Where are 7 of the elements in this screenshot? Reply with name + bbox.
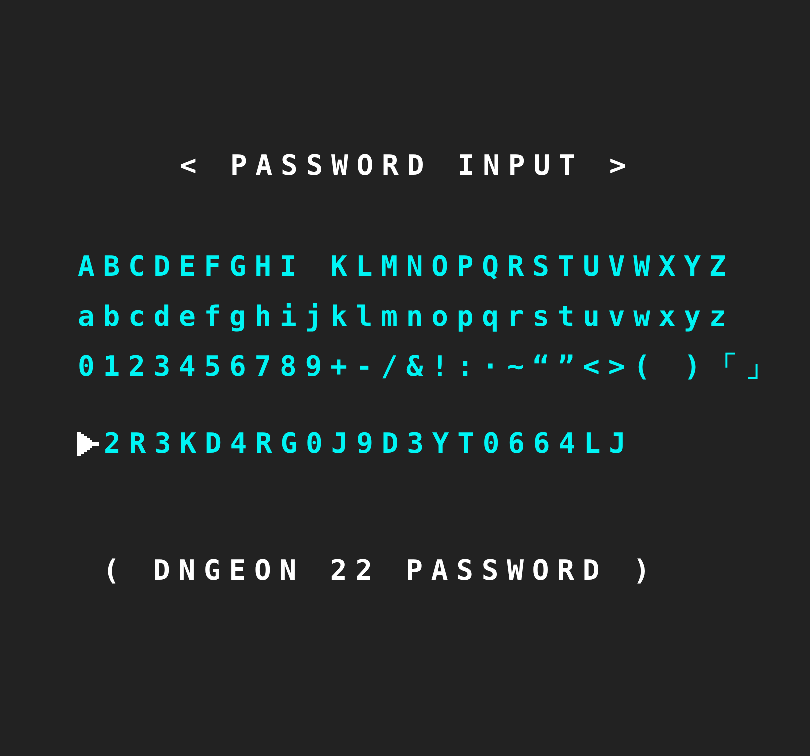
- dungeon-password-caption: ( DNGEON 22 PASSWORD ): [103, 553, 659, 589]
- password-field[interactable]: 2R3KD4RG0J9D3YT0664LJ: [104, 419, 634, 469]
- character-row[interactable]: 0123456789+-/&!:·~“”<>( )「」: [78, 342, 782, 392]
- character-row[interactable]: ABCDEFGHI KLMNOPQRSTUVWXYZ: [78, 242, 735, 292]
- arrow-cursor-icon: [77, 432, 99, 456]
- character-row[interactable]: abcdefghijklmnopqrstuvwxyz: [78, 292, 735, 342]
- screen-title: < PASSWORD INPUT >: [180, 148, 635, 184]
